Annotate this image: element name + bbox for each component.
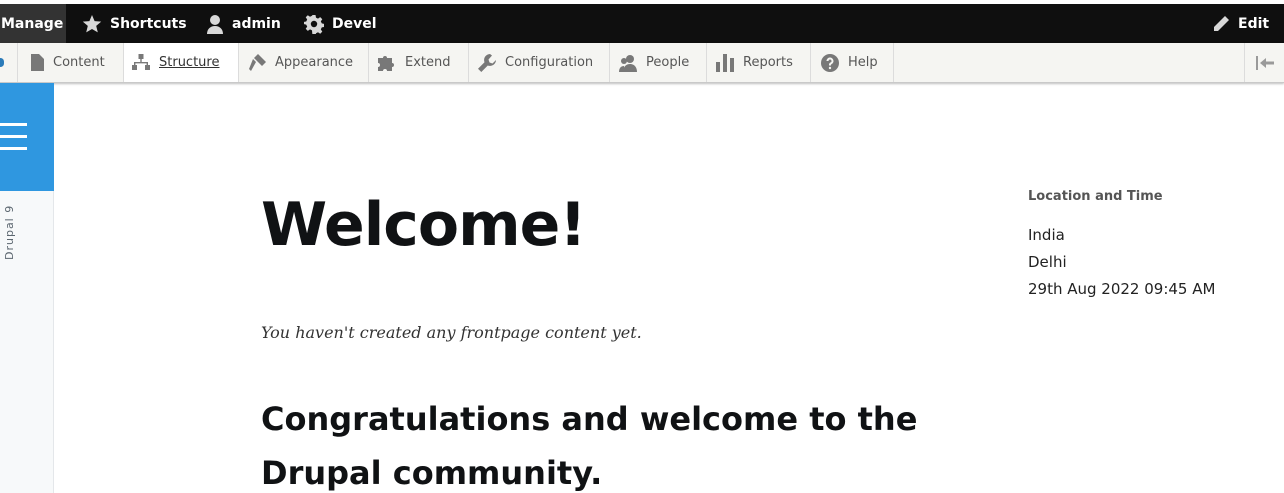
manage-label: Manage [1,15,64,32]
tab-people-label: People [646,55,690,70]
user-label: admin [232,15,281,32]
shortcuts-tab[interactable]: Shortcuts [82,4,187,43]
page-title: Welcome! [261,190,587,260]
edit-label: Edit [1238,15,1270,32]
edit-tab[interactable]: Edit [1212,4,1269,43]
tab-people[interactable]: People [610,43,707,82]
toolbar-tray: Content Structure Appearance Extend Conf… [0,43,1284,83]
tab-structure-label: Structure [159,55,220,70]
bar-chart-icon [716,53,734,72]
hamburger-line [0,135,27,138]
puzzle-icon [378,56,394,71]
sitemap-icon [132,54,150,70]
wrench-icon [478,53,496,72]
gear-icon [304,14,324,34]
site-name-label: Drupal 9 [3,204,16,260]
tab-extend-label: Extend [405,55,451,70]
block-title: Location and Time [1028,189,1163,204]
collapse-icon [1255,55,1274,70]
city-value: Delhi [1028,253,1067,271]
shortcuts-label: Shortcuts [110,15,187,32]
manage-tab[interactable]: Manage [0,4,66,43]
help-icon [821,53,839,72]
tab-configuration-label: Configuration [505,55,594,70]
user-tab[interactable]: admin [206,4,281,43]
file-icon [31,54,44,71]
location-time-block: Location and Time India Delhi 29th Aug 2… [1028,189,1268,303]
menu-toggle-button[interactable] [0,83,54,191]
tab-help-label: Help [848,55,878,70]
tab-structure[interactable]: Structure [124,43,239,82]
user-icon [207,14,223,34]
star-icon [82,14,102,32]
tab-content-label: Content [53,55,105,70]
datetime-value: 29th Aug 2022 09:45 AM [1028,280,1216,298]
tab-help[interactable]: Help [811,43,894,82]
tab-reports[interactable]: Reports [707,43,811,82]
devel-tab[interactable]: Devel [304,4,377,43]
welcome-heading: Congratulations and welcome to the Drupa… [261,400,918,492]
collapse-tray-button[interactable] [1244,43,1284,82]
site-name[interactable]: Drupal 9 [3,202,17,262]
empty-content-message: You haven't created any frontpage conten… [261,323,642,342]
hamburger-line [0,123,27,126]
tab-configuration[interactable]: Configuration [469,43,610,82]
tab-appearance[interactable]: Appearance [239,43,369,82]
tab-appearance-label: Appearance [275,55,354,70]
devel-label: Devel [332,15,377,32]
admin-toolbar: Manage Shortcuts admin Devel Edit [0,4,1284,43]
pencil-icon [1214,15,1229,31]
tab-extend[interactable]: Extend [369,43,469,82]
home-tab[interactable] [0,43,18,82]
tab-reports-label: Reports [743,55,793,70]
hamburger-line [0,147,27,150]
home-dot [0,58,4,67]
country-value: India [1028,226,1065,244]
people-icon [619,54,637,72]
paint-brush-icon [249,54,266,71]
tab-content[interactable]: Content [18,43,124,82]
